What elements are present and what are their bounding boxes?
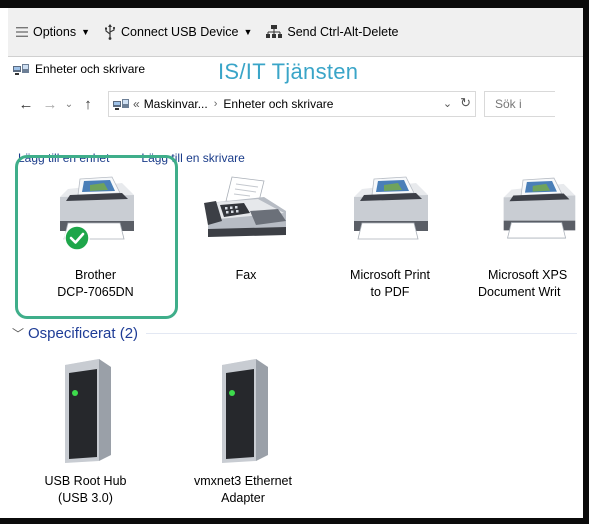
devices-and-printers-icon xyxy=(113,97,129,111)
hamburger-icon xyxy=(16,27,28,37)
group-divider xyxy=(146,333,577,334)
window-frame-right xyxy=(583,0,589,524)
printer-name-line2: to PDF xyxy=(370,285,410,299)
options-label: Options xyxy=(33,25,77,39)
address-controls: ⌄ ↻ xyxy=(435,95,471,111)
send-ctrl-alt-delete-button[interactable]: Send Ctrl-Alt-Delete xyxy=(266,25,399,39)
recent-locations-chevron-icon[interactable]: ⌄ xyxy=(62,99,76,110)
printer-tile-microsoft-xps[interactable]: Microsoft XPS Document Writ xyxy=(474,175,583,301)
options-menu[interactable]: Options ▼ xyxy=(16,25,90,39)
device-name-line1: USB Root Hub xyxy=(44,474,127,488)
printer-icon xyxy=(503,177,576,239)
forward-arrow-icon[interactable]: → xyxy=(38,96,62,113)
navigation-bar: ← → ⌄ ↑ « Maskinvar... › Enheter och skr… xyxy=(8,89,583,119)
back-arrow-icon[interactable]: ← xyxy=(14,96,38,113)
printer-name-line1: Fax xyxy=(235,268,257,282)
search-placeholder: Sök i xyxy=(495,97,522,111)
window-frame-top xyxy=(0,0,589,8)
up-arrow-icon[interactable]: ↑ xyxy=(76,96,100,113)
chevron-down-icon: ▼ xyxy=(81,27,91,37)
group-label: Ospecificerat (2) xyxy=(28,325,139,342)
device-tile-usb-root-hub[interactable]: USB Root Hub (USB 3.0) xyxy=(28,357,143,507)
breadcrumb-separator-icon: › xyxy=(213,98,218,110)
printer-tile-microsoft-print-to-pdf[interactable]: Microsoft Print to PDF xyxy=(330,175,450,301)
window-title: Enheter och skrivare xyxy=(35,62,146,76)
breadcrumb-enheter[interactable]: Enheter och skrivare xyxy=(223,97,333,111)
watermark-text: IS/IT Tjänsten xyxy=(218,59,359,84)
network-keyboard-icon xyxy=(266,25,283,39)
printer-name-line1: Microsoft Print xyxy=(350,268,430,282)
usb-icon xyxy=(104,24,116,40)
address-dropdown-icon[interactable]: ⌄ xyxy=(443,97,452,110)
generic-device-icon xyxy=(222,359,268,463)
breadcrumb-overflow[interactable]: « xyxy=(133,97,140,111)
device-name-line2: (USB 3.0) xyxy=(58,491,113,505)
generic-device-icon xyxy=(64,359,111,463)
chevron-down-icon: ▼ xyxy=(243,27,253,37)
printer-name-line2: Document Writ xyxy=(478,285,561,299)
printer-tile-fax[interactable]: Fax xyxy=(186,175,306,284)
window-frame-bottom xyxy=(0,518,589,524)
breadcrumb-maskinvara[interactable]: Maskinvar... xyxy=(144,97,208,111)
highlight-frame xyxy=(15,155,178,319)
devices-and-printers-icon xyxy=(13,62,29,76)
printer-icon xyxy=(354,176,428,240)
explorer-window: Enheter och skrivare IS/IT Tjänsten ← → … xyxy=(8,57,583,518)
search-input[interactable]: Sök i xyxy=(484,91,555,117)
connect-usb-menu[interactable]: Connect USB Device ▼ xyxy=(104,24,252,40)
refresh-icon[interactable]: ↻ xyxy=(460,95,471,111)
printer-name-line1: Microsoft XPS xyxy=(488,268,568,282)
group-header-ospecificerat[interactable]: ﹀ Ospecificerat (2) xyxy=(12,325,577,342)
device-name-line2: Adapter xyxy=(221,491,265,505)
collapse-chevron-icon[interactable]: ﹀ xyxy=(12,325,24,342)
send-cad-label: Send Ctrl-Alt-Delete xyxy=(287,25,399,39)
address-bar[interactable]: « Maskinvar... › Enheter och skrivare ⌄ … xyxy=(108,91,476,117)
device-name-line1: vmxnet3 Ethernet xyxy=(194,474,292,488)
vm-toolbar: Options ▼ Connect USB Device ▼ Send Ctrl… xyxy=(8,8,583,57)
fax-icon xyxy=(204,176,286,237)
connect-usb-label: Connect USB Device xyxy=(121,25,239,39)
device-tile-vmxnet3[interactable]: vmxnet3 Ethernet Adapter xyxy=(178,357,308,507)
